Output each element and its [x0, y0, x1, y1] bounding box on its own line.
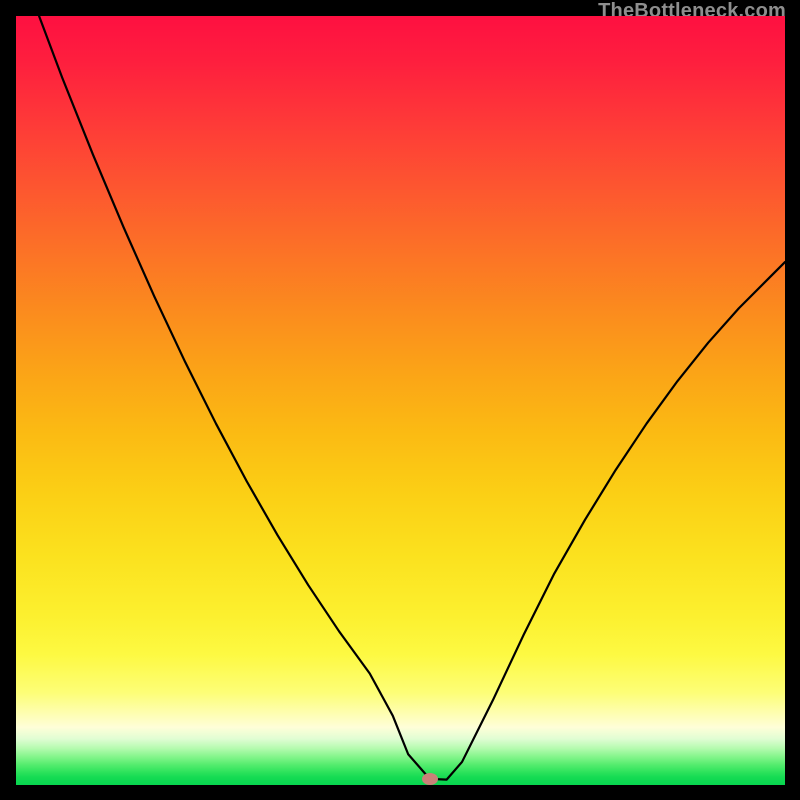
- plot-area: [16, 16, 785, 785]
- curve-svg: [16, 16, 785, 785]
- optimal-point-marker: [422, 773, 438, 785]
- chart-frame: TheBottleneck.com: [0, 0, 800, 800]
- bottleneck-curve: [39, 16, 785, 780]
